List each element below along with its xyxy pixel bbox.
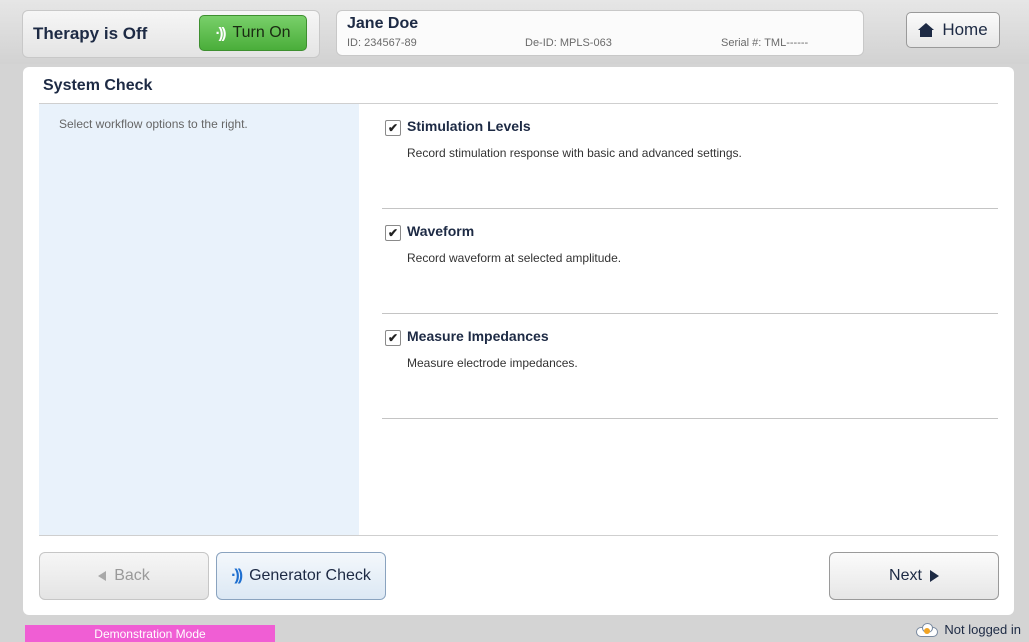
- home-label: Home: [942, 20, 988, 39]
- left-pane: Select workflow options to the right.: [39, 104, 359, 535]
- patient-info-panel: Jane Doe ID: 234567-89 De-ID: MPLS-063 S…: [336, 10, 864, 56]
- back-button[interactable]: Back: [39, 552, 209, 600]
- footer-divider: [39, 535, 998, 536]
- option-title: Measure Impedances: [407, 328, 549, 344]
- patient-id: ID: 234567-89: [347, 37, 417, 49]
- login-status[interactable]: Not logged in: [916, 622, 1021, 637]
- option-title: Stimulation Levels: [407, 118, 531, 134]
- patient-serial: Serial #: TML------: [721, 37, 809, 49]
- back-label: Back: [114, 567, 150, 584]
- option-description: Record stimulation response with basic a…: [407, 146, 742, 160]
- next-label: Next: [889, 567, 922, 584]
- checkbox-icon[interactable]: ✔: [385, 120, 401, 136]
- generator-check-label: Generator Check: [249, 567, 371, 584]
- option-description: Measure electrode impedances.: [407, 356, 578, 370]
- next-button[interactable]: Next: [829, 552, 999, 600]
- option-stimulation-levels[interactable]: ✔ Stimulation Levels Record stimulation …: [382, 104, 998, 209]
- therapy-panel: Therapy is Off ·)) Turn On: [22, 10, 320, 58]
- turn-on-button[interactable]: ·)) Turn On: [199, 15, 307, 51]
- patient-name: Jane Doe: [347, 15, 419, 32]
- option-waveform[interactable]: ✔ Waveform Record waveform at selected a…: [382, 209, 998, 314]
- page-title: System Check: [43, 77, 153, 94]
- workflow-options: ✔ Stimulation Levels Record stimulation …: [382, 104, 998, 419]
- next-arrow-icon: [929, 570, 939, 582]
- generator-check-button[interactable]: ·)) Generator Check: [216, 552, 386, 600]
- wireless-wave-icon: ·)): [231, 567, 243, 584]
- demonstration-mode-badge: Demonstration Mode: [25, 625, 275, 642]
- checkbox-icon[interactable]: ✔: [385, 330, 401, 346]
- home-button[interactable]: Home: [906, 12, 1000, 48]
- demo-mode-label: Demonstration Mode: [94, 626, 206, 641]
- therapy-status: Therapy is Off: [33, 24, 148, 43]
- option-measure-impedances[interactable]: ✔ Measure Impedances Measure electrode i…: [382, 314, 998, 419]
- checkbox-icon[interactable]: ✔: [385, 225, 401, 241]
- login-status-label: Not logged in: [944, 622, 1021, 637]
- back-arrow-icon: [98, 571, 107, 581]
- option-description: Record waveform at selected amplitude.: [407, 251, 622, 265]
- patient-deid: De-ID: MPLS-063: [525, 37, 612, 49]
- top-bar: Therapy is Off ·)) Turn On Jane Doe ID: …: [0, 0, 1029, 64]
- wireless-wave-icon: ·)): [215, 24, 226, 42]
- option-title: Waveform: [407, 223, 475, 239]
- cloud-icon: [916, 622, 939, 637]
- turn-on-label: Turn On: [232, 24, 291, 41]
- home-icon: [918, 23, 935, 37]
- system-check-card: System Check Select workflow options to …: [23, 67, 1014, 615]
- workflow-hint: Select workflow options to the right.: [59, 117, 248, 131]
